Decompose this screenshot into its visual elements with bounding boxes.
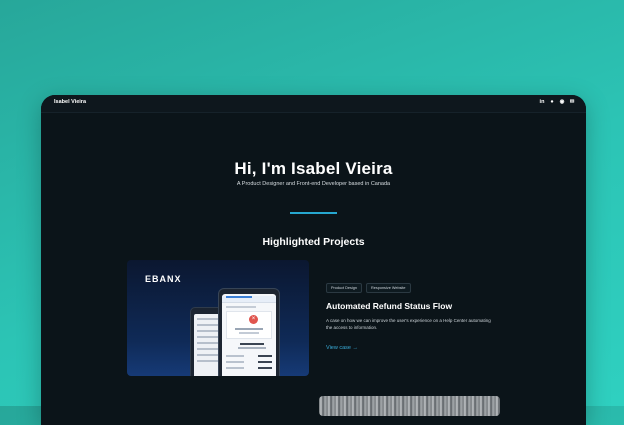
linkedin-icon[interactable]: in bbox=[539, 99, 545, 105]
mail-icon[interactable]: ✉ bbox=[569, 99, 575, 105]
next-project-thumbnail[interactable] bbox=[319, 396, 500, 416]
close-circle-icon: × bbox=[249, 315, 258, 324]
view-case-link[interactable]: View case → bbox=[326, 345, 358, 351]
project-thumbnail[interactable]: EBANX × bbox=[127, 260, 309, 376]
chat-icon[interactable]: ● bbox=[549, 99, 555, 105]
phone-mockup-front: × bbox=[218, 288, 280, 376]
site-brand[interactable]: Isabel Vieira bbox=[54, 99, 86, 105]
hero-title: Hi, I'm Isabel Vieira bbox=[234, 159, 393, 178]
github-icon[interactable]: ◉ bbox=[559, 99, 565, 105]
ebanx-logo: EBANX bbox=[145, 274, 182, 284]
project-title: Automated Refund Status Flow bbox=[326, 301, 453, 311]
social-links: in ● ◉ ✉ bbox=[539, 99, 575, 105]
browser-window: Isabel Vieira in ● ◉ ✉ Hi, I'm Isabel Vi… bbox=[41, 95, 586, 425]
section-divider bbox=[290, 212, 337, 214]
projects-heading: Highlighted Projects bbox=[262, 236, 365, 248]
project-tags: Product Design Responsive Website bbox=[326, 283, 411, 293]
tag-product-design: Product Design bbox=[326, 283, 362, 293]
hero-subtitle: A Product Designer and Front-end Develop… bbox=[236, 181, 391, 187]
top-navigation: Isabel Vieira in ● ◉ ✉ bbox=[41, 95, 586, 113]
tag-responsive-website: Responsive Website bbox=[365, 283, 411, 293]
project-description: A case on how we can improve the user's … bbox=[326, 318, 491, 330]
